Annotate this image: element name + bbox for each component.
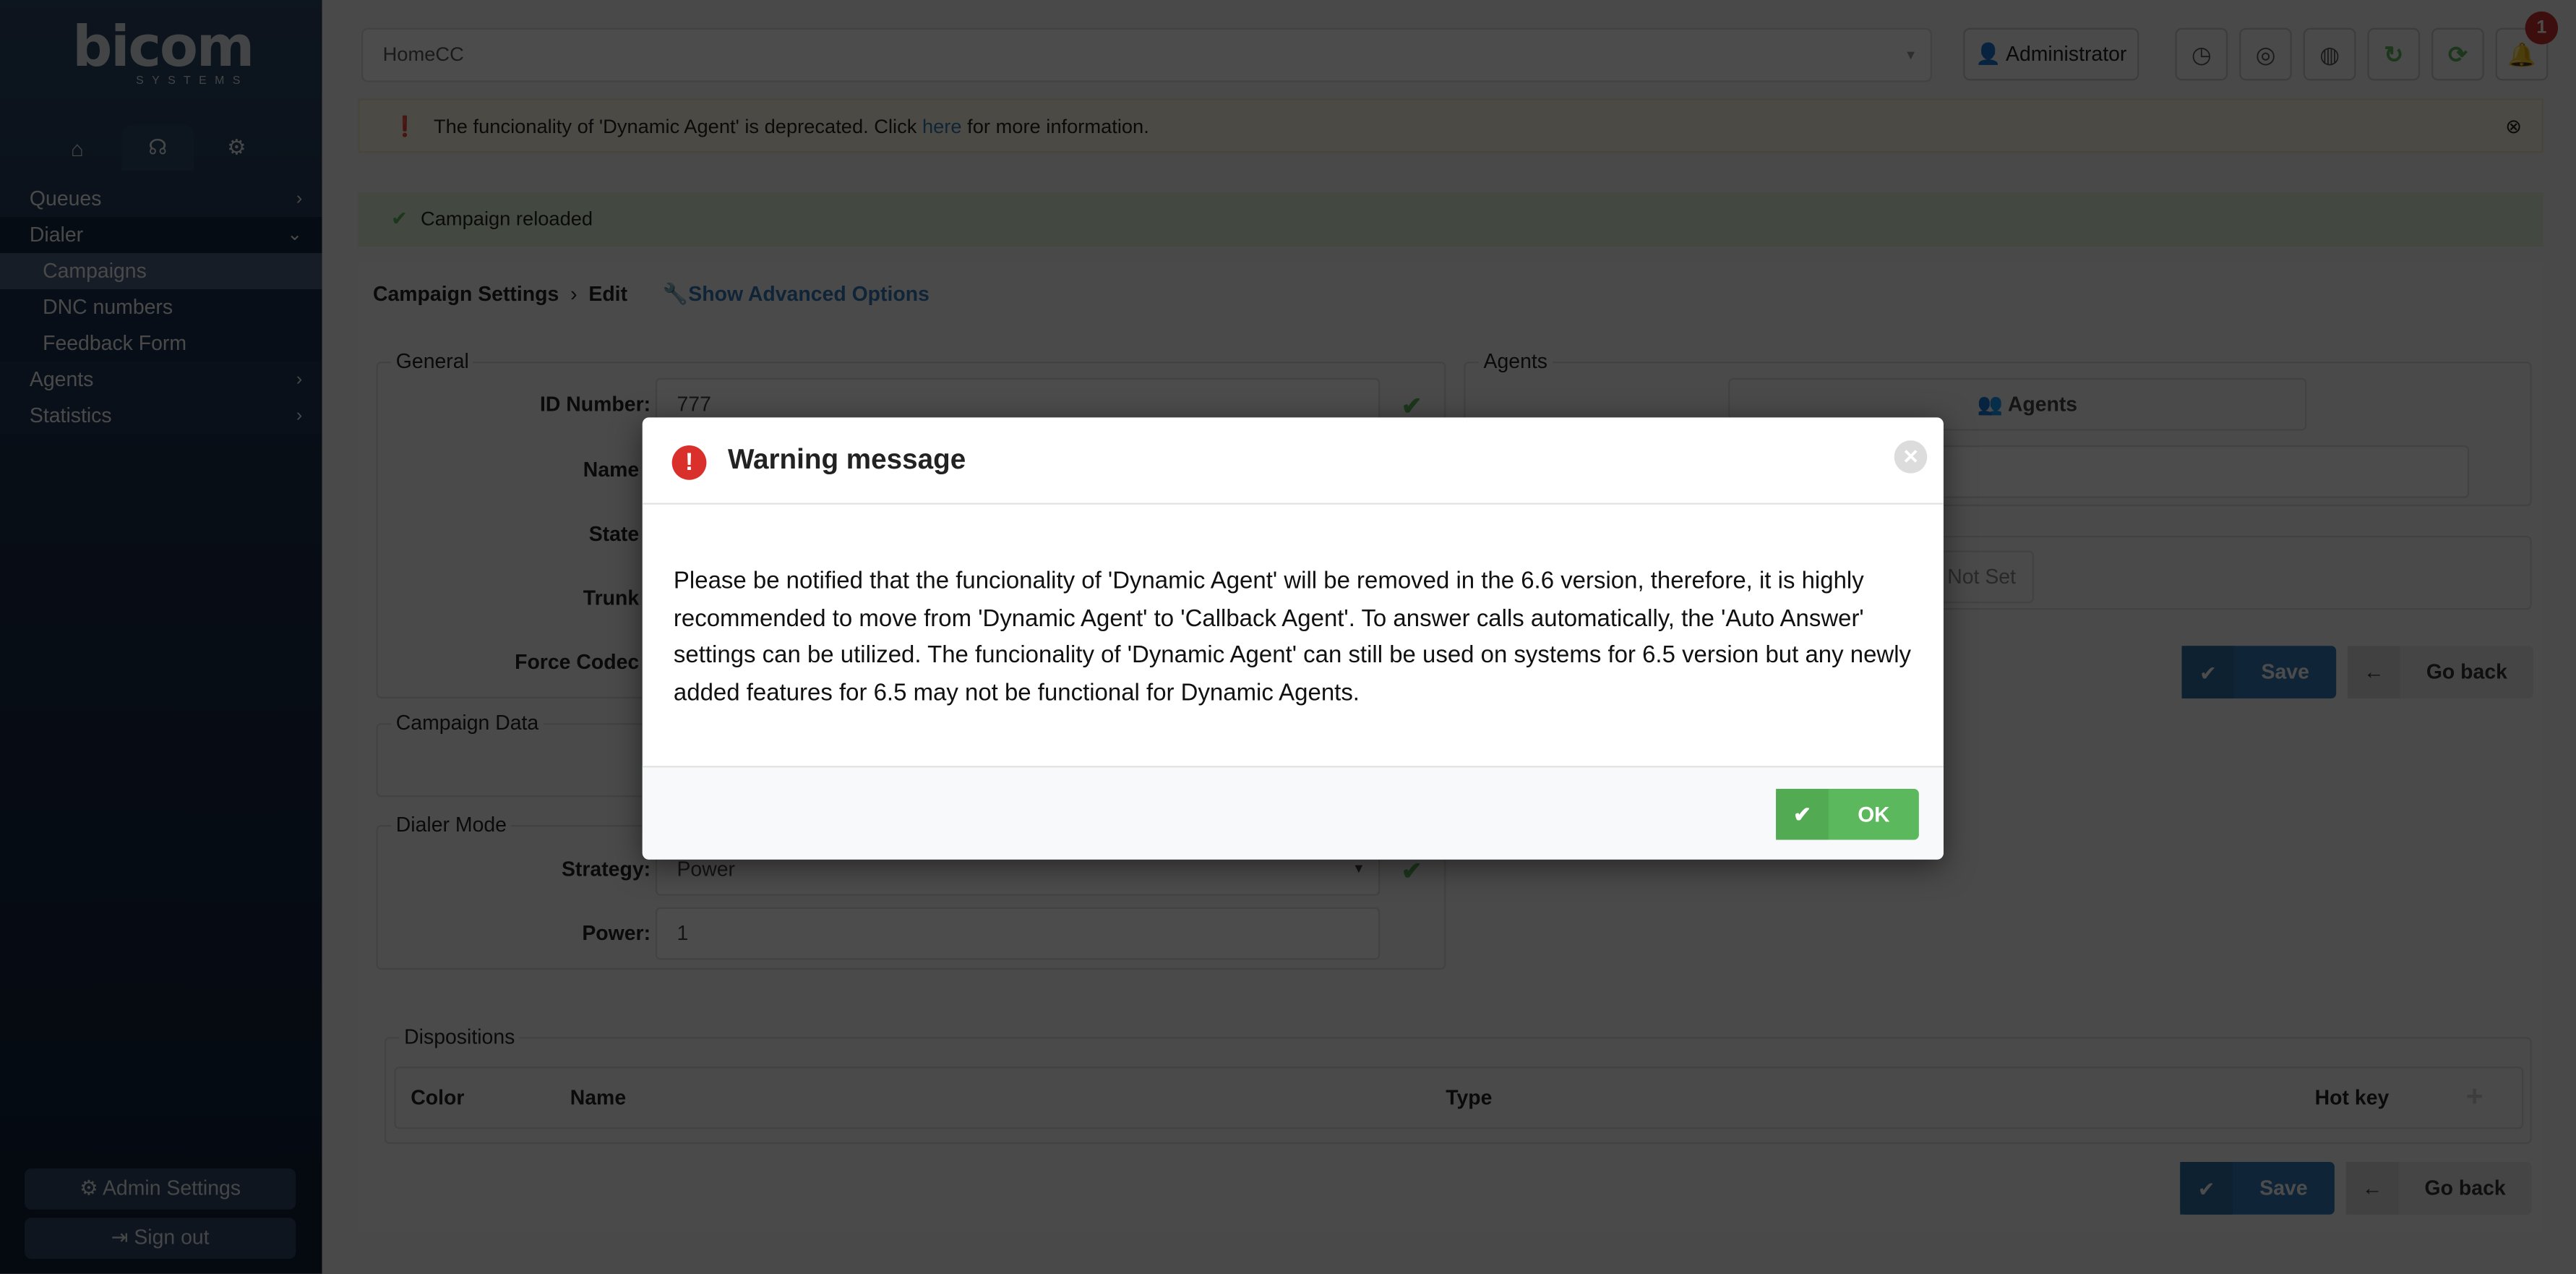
go-back-button-bottom[interactable]: ← Go back — [2345, 1162, 2532, 1215]
sync-icon[interactable]: ⟳ — [2431, 27, 2484, 81]
success-alert: ✔ Campaign reloaded — [358, 192, 2543, 247]
check-icon: ✔ — [1776, 789, 1829, 840]
sidebar-item-queues[interactable]: Queues › — [0, 181, 322, 217]
add-disposition-icon[interactable]: + — [2466, 1080, 2483, 1114]
arrow-left-icon: ← — [2345, 1162, 2399, 1215]
user-menu-button[interactable]: 👤 Administrator — [1963, 27, 2139, 81]
check-icon: ✔ — [1401, 858, 1422, 886]
dispositions-table-header: Color Name Type Hot key + — [394, 1066, 2524, 1129]
sidebar-item-feedback-form[interactable]: Feedback Form — [0, 325, 322, 362]
save-button-bottom[interactable]: ✔ Save — [2180, 1162, 2335, 1215]
home-icon[interactable]: ⌂ — [41, 125, 113, 171]
close-alert-icon[interactable]: ⊗ — [2505, 101, 2522, 155]
power-input[interactable]: 1 — [655, 907, 1381, 960]
globe-icon[interactable]: ◍ — [2303, 27, 2356, 81]
bicom-logo: bicom SYSTEMS — [72, 14, 254, 87]
check-icon: ✔ — [1401, 393, 1422, 421]
chevron-right-icon: › — [296, 189, 303, 209]
ok-button[interactable]: ✔ OK — [1776, 789, 1919, 840]
tenant-select[interactable]: HomeCC ▼ — [361, 27, 1933, 82]
check-icon: ✔ — [2181, 646, 2235, 699]
wrench-icon: 🔧 — [662, 282, 689, 306]
chevron-down-icon: ⌄ — [287, 225, 303, 245]
sidebar-item-campaigns[interactable]: Campaigns — [0, 253, 322, 290]
sidebar-item-dnc-numbers[interactable]: DNC numbers — [0, 289, 322, 326]
exclamation-icon: ❗ — [392, 115, 418, 138]
deprecation-alert: ❗ The funcionality of 'Dynamic Agent' is … — [358, 98, 2543, 155]
warning-modal: ! Warning message ✕ Please be notified t… — [642, 417, 1944, 860]
caret-down-icon: ▼ — [1904, 47, 1918, 63]
sidebar-item-statistics[interactable]: Statistics › — [0, 398, 322, 435]
check-icon: ✔ — [2180, 1162, 2233, 1215]
modal-title: Warning message — [727, 443, 966, 475]
sign-out-icon: ⇥ — [111, 1226, 134, 1249]
gears-icon[interactable]: ⚙ — [200, 125, 272, 171]
lifebuoy-icon[interactable]: ◎ — [2239, 27, 2292, 81]
sidebar-item-dialer[interactable]: Dialer ⌄ — [0, 217, 322, 254]
sidebar-item-agents[interactable]: Agents › — [0, 362, 322, 398]
breadcrumb-root[interactable]: Campaign Settings — [373, 283, 559, 306]
exclamation-circle-icon: ! — [671, 445, 707, 480]
close-icon[interactable]: ✕ — [1894, 440, 1928, 474]
clock-icon[interactable]: ◷ — [2175, 27, 2228, 81]
arrow-left-icon: ← — [2348, 646, 2400, 699]
more-info-link[interactable]: here — [922, 115, 962, 138]
admin-settings-button[interactable]: ⚙ Admin Settings — [25, 1168, 296, 1210]
save-button[interactable]: ✔ Save — [2181, 646, 2337, 699]
modal-body: Please be notified that the funcionality… — [673, 568, 1912, 706]
chevron-right-icon: › — [296, 406, 303, 426]
gears-icon: ⚙ — [80, 1176, 103, 1200]
notification-badge: 1 — [2525, 11, 2559, 45]
breadcrumb: Campaign Settings › Edit 🔧Show Advanced … — [372, 282, 929, 306]
go-back-button[interactable]: ← Go back — [2348, 646, 2533, 699]
chevron-right-icon: › — [296, 369, 303, 390]
reload-icon[interactable]: ↻ — [2367, 27, 2421, 81]
users-icon: 👥 — [1977, 393, 2008, 416]
check-icon: ✔ — [390, 207, 408, 231]
sign-out-button[interactable]: ⇥ Sign out — [25, 1218, 296, 1260]
show-advanced-options-link[interactable]: 🔧Show Advanced Options — [663, 283, 929, 306]
headset-icon[interactable]: ☊ — [121, 124, 194, 171]
user-icon: 👤 — [1975, 43, 2006, 66]
sidebar: bicom SYSTEMS ⌂ ☊ ⚙ Queues › Dialer ⌄ Camp… — [0, 0, 322, 1274]
